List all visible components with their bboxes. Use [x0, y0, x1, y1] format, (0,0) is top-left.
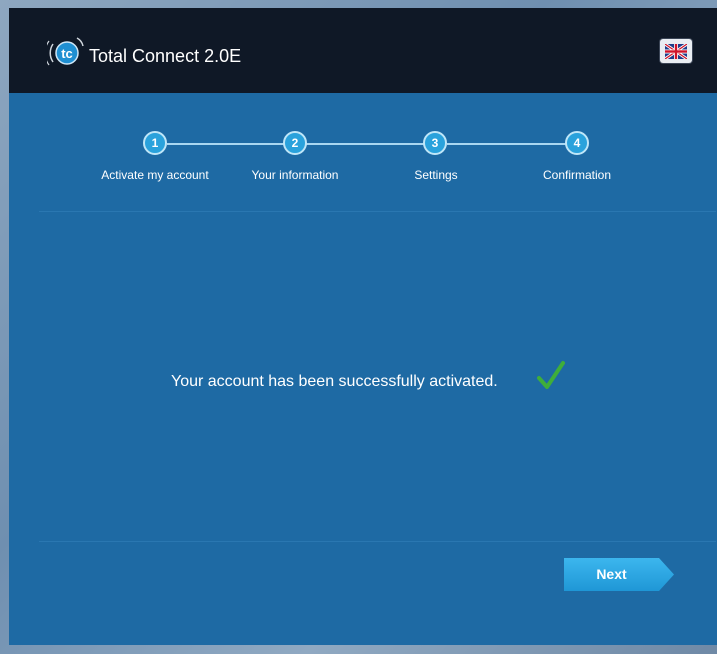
step-connector: [305, 143, 427, 145]
step-connector: [167, 143, 285, 145]
top-divider: [39, 211, 716, 212]
next-button-label: Next: [596, 566, 627, 582]
step-2-number: 2: [283, 131, 307, 155]
app-window: tc Total Connect 2.0E 1 2 3 4 Activate m…: [9, 8, 717, 645]
step-3-label: Settings: [414, 168, 458, 182]
language-selector[interactable]: [660, 39, 692, 63]
step-3-number: 3: [423, 131, 447, 155]
step-1-label: Activate my account: [101, 168, 209, 182]
bottom-divider: [39, 541, 716, 542]
step-2-label: Your information: [251, 168, 339, 182]
step-connector: [447, 143, 569, 145]
step-4-number: 4: [565, 131, 589, 155]
uk-flag-icon: [665, 43, 687, 59]
step-4-label: Confirmation: [542, 168, 612, 182]
progress-stepper: 1 2 3 4 Activate my account Your informa…: [9, 93, 717, 223]
next-button[interactable]: Next: [564, 558, 674, 591]
logo-text: tc: [61, 46, 73, 61]
checkmark-icon: [537, 361, 565, 389]
step-1-number: 1: [143, 131, 167, 155]
success-message: Your account has been successfully activ…: [171, 373, 498, 390]
header-bar: tc Total Connect 2.0E: [9, 8, 717, 93]
total-connect-logo-icon: tc: [47, 37, 84, 66]
app-title: Total Connect 2.0E: [89, 46, 242, 66]
